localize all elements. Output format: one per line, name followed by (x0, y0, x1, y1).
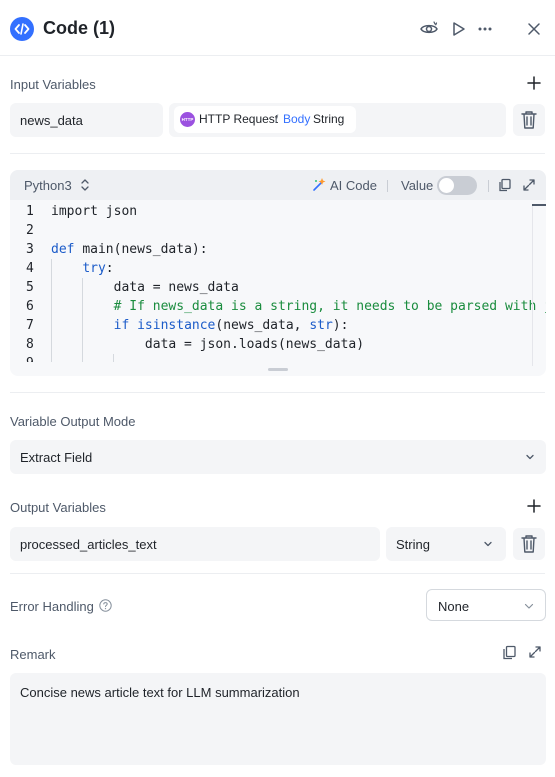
trash-icon (521, 535, 537, 553)
remark-textarea[interactable]: Concise news article text for LLM summar… (10, 673, 546, 765)
line-code: if isinstance(news_data, str): (113, 318, 349, 333)
code-line[interactable]: 2 (10, 221, 546, 240)
input-variable-name-field[interactable]: news_data (10, 103, 163, 137)
preview-eye-icon[interactable] (418, 18, 440, 40)
indent-guide (113, 354, 114, 362)
remark-text: Concise news article text for LLM summar… (20, 685, 300, 700)
input-variable-name: news_data (20, 113, 83, 128)
code-editor-toolbar: Python3 AI Code Value (10, 170, 546, 200)
editor-vertical-scrollbar[interactable] (532, 206, 533, 366)
expand-editor-icon[interactable] (522, 178, 536, 192)
output-variable-type-select[interactable]: String (386, 527, 506, 561)
copy-code-icon[interactable] (498, 178, 512, 192)
language-value: Python3 (24, 178, 72, 193)
line-number: 2 (26, 223, 34, 238)
code-editor[interactable]: Python3 AI Code Value 1 import json 2 3 d (10, 170, 546, 376)
code-node-icon (10, 17, 34, 41)
output-variable-name-field[interactable]: processed_articles_text (10, 527, 380, 561)
line-number: 7 (26, 318, 34, 333)
add-output-variable-plus-icon[interactable] (526, 498, 542, 514)
close-icon[interactable] (523, 18, 545, 40)
line-code: def main(news_data): (51, 242, 208, 257)
expand-remark-icon[interactable] (528, 645, 542, 659)
output-variables-label: Output Variables (10, 500, 106, 515)
more-options-icon[interactable] (474, 18, 496, 40)
run-play-icon[interactable] (447, 18, 469, 40)
reference-separator: / (275, 112, 279, 126)
line-code: try: (82, 261, 114, 276)
indent-guide (51, 259, 52, 362)
help-question-icon[interactable] (99, 599, 112, 612)
code-editor-body[interactable]: 1 import json 2 3 def main(news_data): 4 try:… (10, 202, 546, 362)
code-line[interactable]: 6 # If news_data is a string, it needs t… (10, 297, 546, 316)
toolbar-separator (387, 180, 388, 192)
language-select[interactable]: Python3 (24, 178, 89, 193)
variable-reference-tag[interactable]: HTTP HTTP Request / Body String (174, 106, 356, 133)
chevron-down-icon (484, 541, 492, 547)
toggle-knob (439, 178, 454, 193)
code-line[interactable]: 5 data = news_data (10, 278, 546, 297)
copy-remark-icon[interactable] (502, 645, 517, 660)
section-divider (10, 392, 545, 393)
delete-output-variable-button[interactable] (513, 528, 545, 560)
trash-icon (521, 111, 537, 129)
line-code: data = news_data (51, 280, 239, 295)
line-code: data = json.loads(news_data) (51, 337, 365, 352)
section-divider (10, 153, 545, 154)
line-number: 6 (26, 299, 34, 314)
line-code: # If news_data is a string, it needs to … (113, 299, 546, 314)
chevron-down-icon (524, 603, 534, 609)
error-handling-value: None (438, 599, 470, 614)
line-number: 4 (26, 261, 34, 276)
node-title[interactable]: Code (1) (43, 18, 115, 39)
line-number: 8 (26, 337, 34, 352)
error-handling-label: Error Handling (10, 599, 94, 614)
variable-output-mode-label: Variable Output Mode (10, 414, 136, 429)
line-number: 9 (26, 354, 38, 362)
editor-resize-handle[interactable] (268, 368, 288, 371)
toolbar-separator (488, 180, 489, 192)
section-divider (10, 573, 545, 574)
value-toggle-switch[interactable] (437, 176, 477, 195)
code-line[interactable]: 9 (10, 354, 546, 362)
ai-code-label: AI Code (330, 178, 377, 193)
output-mode-select[interactable]: Extract Field (10, 440, 546, 474)
input-variables-label: Input Variables (10, 77, 96, 92)
remark-label: Remark (10, 647, 56, 662)
node-header: Code (1) (0, 0, 555, 56)
editor-scroll-indicator (532, 204, 546, 206)
chevron-down-icon (526, 454, 534, 460)
line-number: 3 (26, 242, 34, 257)
add-input-variable-plus-icon[interactable] (526, 75, 542, 91)
output-variable-type: String (396, 537, 430, 552)
line-code: import json (51, 204, 138, 219)
line-number: 1 (26, 204, 34, 219)
reference-field-name: Body (283, 112, 311, 126)
output-mode-value: Extract Field (20, 450, 93, 465)
output-variable-name: processed_articles_text (20, 537, 157, 552)
http-request-badge-icon: HTTP (180, 112, 195, 127)
sort-updown-icon (81, 179, 89, 191)
reference-field-type: String (313, 112, 345, 126)
line-number: 5 (26, 280, 34, 295)
code-line[interactable]: 8 data = json.loads(news_data) (10, 335, 546, 354)
code-line[interactable]: 1 import json (10, 202, 546, 221)
code-line[interactable]: 3 def main(news_data): (10, 240, 546, 259)
ai-sparkle-icon (313, 178, 326, 191)
value-toggle-label: Value (401, 178, 434, 193)
delete-input-variable-button[interactable] (513, 104, 545, 136)
code-line[interactable]: 7 if isinstance(news_data, str): (10, 316, 546, 335)
reference-node-name: HTTP Request (199, 112, 279, 126)
error-handling-select[interactable]: None (426, 589, 546, 621)
code-line[interactable]: 4 try: (10, 259, 546, 278)
indent-guide (82, 278, 83, 362)
